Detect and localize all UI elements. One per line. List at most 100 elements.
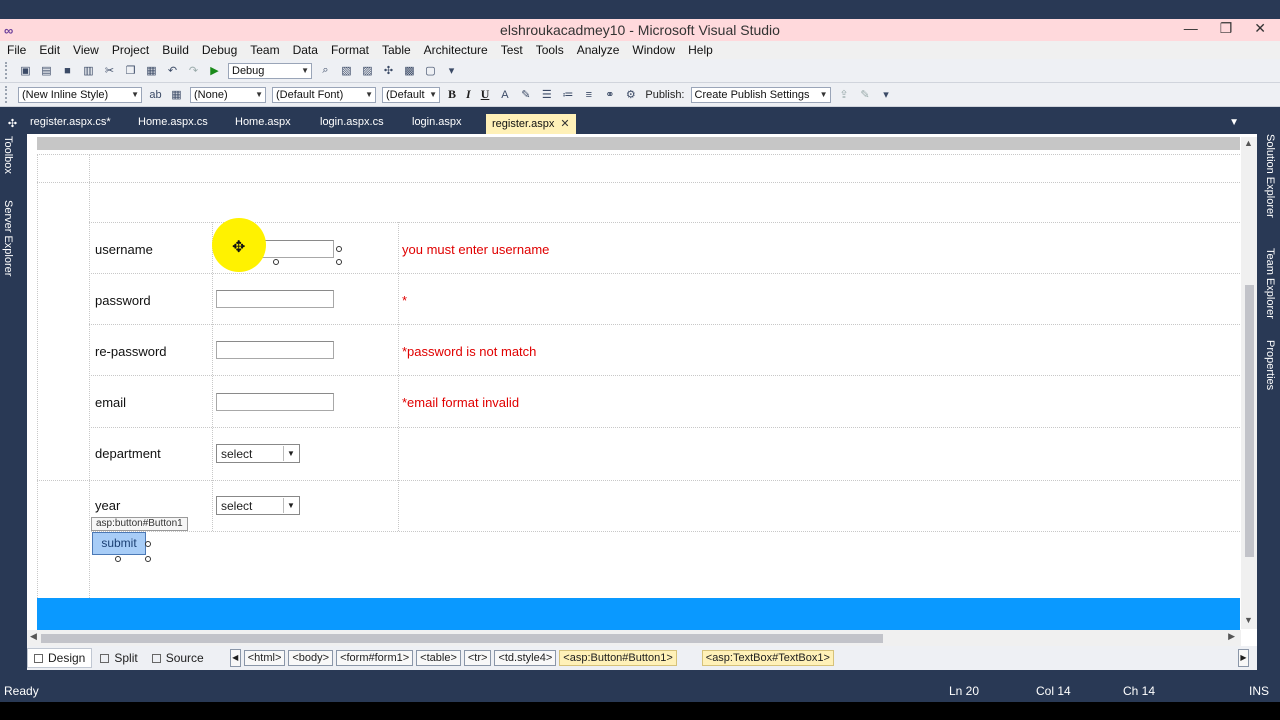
menu-help[interactable]: Help [681,43,719,57]
server-explorer-tab[interactable]: Server Explorer [2,200,14,276]
toolbar-grip[interactable] [5,86,11,103]
menu-project[interactable]: Project [105,43,155,57]
properties-icon[interactable]: ▨ [360,63,375,78]
scroll-up-icon[interactable]: ▲ [1244,138,1253,148]
resize-handle[interactable] [115,556,121,562]
breadcrumb-tr[interactable]: <tr> [463,650,492,666]
breadcrumb-right-icon[interactable]: ▶ [1238,649,1249,667]
resize-handle[interactable] [336,246,342,252]
breadcrumb-left-icon[interactable]: ◀ [229,649,241,667]
menu-build[interactable]: Build [155,43,195,57]
horizontal-scrollbar[interactable]: ◀ ▶ [27,630,1241,646]
highlight-icon[interactable]: ✎ [518,87,533,102]
style-combo[interactable]: (New Inline Style) ▼ [18,86,142,103]
new-project-icon[interactable]: ▣ [18,63,33,78]
underline-button[interactable]: U [481,87,490,102]
submit-button[interactable]: submit [92,532,146,555]
publish-web-icon[interactable]: ⇪ [837,87,852,102]
restore-icon[interactable]: ❐ [1220,20,1233,37]
undo-icon[interactable]: ↶ [165,63,180,78]
cut-icon[interactable]: ✂ [102,63,117,78]
start-page-icon[interactable]: ▢ [423,63,438,78]
properties-tab[interactable]: Properties [1264,340,1276,390]
resize-handle[interactable] [273,259,279,265]
menu-test[interactable]: Test [494,43,529,57]
repassword-input[interactable] [216,341,334,359]
open-file-icon[interactable]: ▤ [39,63,54,78]
solution-explorer-icon[interactable]: ▧ [339,63,354,78]
font-size-combo[interactable]: (Default ▼ [382,86,440,103]
font-color-icon[interactable]: A [497,87,512,102]
tab-home-aspx-cs[interactable]: Home.aspx.cs [138,116,208,128]
object-browser-icon[interactable]: ▩ [402,63,417,78]
solution-explorer-tab[interactable]: Solution Explorer [1264,134,1276,218]
design-view-button[interactable]: Design [27,648,93,668]
bold-button[interactable]: B [448,87,456,102]
breadcrumb-body[interactable]: <body> [288,650,334,666]
style-application-icon[interactable]: ab [148,87,163,102]
toolbar-options-icon[interactable]: ▾ [879,87,894,102]
justify-icon[interactable]: ☰ [539,87,554,102]
start-debugging-icon[interactable]: ▶ [207,63,222,78]
target-rule-icon[interactable]: ▦ [169,87,184,102]
menu-debug[interactable]: Debug [195,43,243,57]
email-input[interactable] [216,393,334,411]
block-format-combo[interactable]: (None) ▼ [190,86,266,103]
copy-icon[interactable]: ❐ [123,63,138,78]
web-publish-icon[interactable]: ⚙ [623,87,638,102]
breadcrumb-form[interactable]: <form#form1> [336,650,414,666]
numbering-icon[interactable]: ≡ [581,87,596,102]
menu-window[interactable]: Window [625,43,681,57]
menu-table[interactable]: Table [375,43,417,57]
breadcrumb-td[interactable]: <td.style4> [494,650,557,666]
publish-edit-icon[interactable]: ✎ [858,87,873,102]
publish-settings-combo[interactable]: Create Publish Settings ▼ [690,86,831,103]
toolbar-options-icon[interactable]: ▾ [444,63,459,78]
minimize-icon[interactable]: — [1184,20,1198,37]
save-all-icon[interactable]: ▥ [81,63,96,78]
menu-data[interactable]: Data [286,43,324,57]
split-view-button[interactable]: Split [94,648,143,668]
redo-icon[interactable]: ↷ [186,63,201,78]
menu-edit[interactable]: Edit [32,43,66,57]
resize-handle[interactable] [145,541,151,547]
breadcrumb-textbox[interactable]: <asp:TextBox#TextBox1> [701,650,834,666]
menu-team[interactable]: Team [243,43,285,57]
tab-login-aspx[interactable]: login.aspx [412,116,462,128]
save-icon[interactable]: ■ [60,63,75,78]
password-input[interactable] [216,290,334,308]
close-tab-icon[interactable]: ✕ [560,118,569,130]
bullets-icon[interactable]: ≔ [560,87,575,102]
menu-analyze[interactable]: Analyze [570,43,626,57]
breadcrumb-html[interactable]: <html> [243,650,286,666]
scroll-left-icon[interactable]: ◀ [30,631,37,642]
breadcrumb-table[interactable]: <table> [416,650,461,666]
toolbox-tab[interactable]: Toolbox [2,136,14,174]
resize-handle[interactable] [145,556,151,562]
tab-register-aspx-cs[interactable]: register.aspx.cs* [30,116,111,128]
resize-handle[interactable] [336,259,342,265]
toolbox-icon[interactable]: ✣ [381,63,396,78]
menu-view[interactable]: View [66,43,105,57]
team-explorer-tab[interactable]: Team Explorer [1264,248,1276,319]
year-select[interactable]: select ▼ [216,496,300,515]
italic-button[interactable]: I [466,87,471,102]
paste-icon[interactable]: ▦ [144,63,159,78]
department-select[interactable]: select ▼ [216,444,300,463]
scrollbar-thumb[interactable] [41,634,883,643]
menu-tools[interactable]: Tools [529,43,570,57]
hyperlink-icon[interactable]: ⚭ [602,87,617,102]
tab-login-aspx-cs[interactable]: login.aspx.cs [320,116,384,128]
scrollbar-thumb[interactable] [1245,285,1254,557]
solution-configuration-combo[interactable]: Debug ▼ [228,62,312,79]
vertical-scrollbar[interactable]: ▲ ▼ [1241,137,1257,629]
font-combo[interactable]: (Default Font) ▼ [272,86,376,103]
find-in-files-icon[interactable]: ⌕ [318,63,333,78]
scroll-right-icon[interactable]: ▶ [1228,631,1235,642]
scroll-down-icon[interactable]: ▼ [1244,615,1253,625]
source-view-button[interactable]: Source [146,648,210,668]
menu-architecture[interactable]: Architecture [417,43,494,57]
tab-home-aspx[interactable]: Home.aspx [235,116,291,128]
tab-register-aspx[interactable]: register.aspx ✕ [486,114,576,134]
breadcrumb-button[interactable]: <asp:Button#Button1> [559,650,677,666]
